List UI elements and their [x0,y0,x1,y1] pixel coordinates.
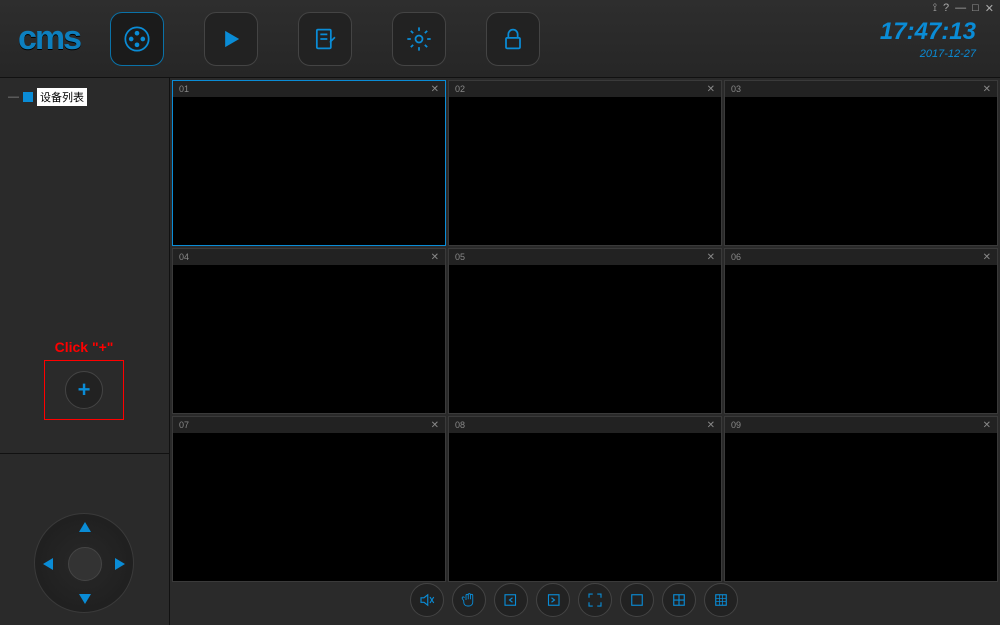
layout-4-button[interactable] [662,583,696,617]
video-cell-06[interactable]: 06 ✕ [724,248,998,414]
cell-id-label: 04 [179,252,189,262]
fullscreen-button[interactable] [578,583,612,617]
help-icon[interactable]: ? [943,2,949,15]
close-window-icon[interactable]: ✕ [985,2,994,15]
live-view-button[interactable] [110,12,164,66]
video-cell-04[interactable]: 04 ✕ [172,248,446,414]
device-tree: — 设备列表 [0,78,169,116]
lock-button[interactable] [486,12,540,66]
layout-1-button[interactable] [620,583,654,617]
cell-close-button[interactable]: ✕ [983,252,991,263]
ptz-up-button[interactable] [79,522,91,532]
clock: 17:47:13 2017-12-27 [880,18,1000,60]
cell-header: 05 ✕ [449,249,721,265]
next-icon [544,591,562,609]
ptz-down-button[interactable] [79,594,91,604]
video-cell-08[interactable]: 08 ✕ [448,416,722,582]
cell-id-label: 03 [731,84,741,94]
add-device-button[interactable]: + [65,371,103,409]
ptz-right-button[interactable] [115,558,125,570]
cell-close-button[interactable]: ✕ [431,84,439,95]
lock-icon [499,25,527,53]
cell-header: 02 ✕ [449,81,721,97]
minimize-icon[interactable]: — [955,2,966,15]
main-area: — 设备列表 Click "+" + 01 ✕ 02 ✕ 03 ✕ 04 ✕ 05 ✕ 06 ✕ 07 ✕… [0,78,1000,625]
video-cell-05[interactable]: 05 ✕ [448,248,722,414]
cell-close-button[interactable]: ✕ [431,252,439,263]
cell-header: 09 ✕ [725,417,997,433]
cell-close-button[interactable]: ✕ [707,420,715,431]
video-cell-09[interactable]: 09 ✕ [724,416,998,582]
clock-time: 17:47:13 [880,18,976,46]
cell-close-button[interactable]: ✕ [707,252,715,263]
tree-root[interactable]: — 设备列表 [8,88,161,106]
sidebar-divider [0,453,169,454]
tree-root-label: 设备列表 [37,88,87,106]
annotation-box: Click "+" + [44,360,124,420]
cell-close-button[interactable]: ✕ [431,420,439,431]
edit-note-icon [311,25,339,53]
next-page-button[interactable] [536,583,570,617]
play-icon [217,25,245,53]
app-logo: cms [18,19,80,58]
log-button[interactable] [298,12,352,66]
cell-close-button[interactable]: ✕ [983,84,991,95]
fullscreen-icon [586,591,604,609]
hand-icon [460,591,478,609]
cell-id-label: 08 [455,420,465,430]
prev-page-button[interactable] [494,583,528,617]
video-cell-07[interactable]: 07 ✕ [172,416,446,582]
video-cell-03[interactable]: 03 ✕ [724,80,998,246]
settings-button[interactable] [392,12,446,66]
ptz-left-button[interactable] [43,558,53,570]
gear-icon [405,25,433,53]
video-grid: 01 ✕ 02 ✕ 03 ✕ 04 ✕ 05 ✕ 06 ✕ 07 ✕ 08 ✕ 09 ✕ [172,80,998,582]
mute-button[interactable] [410,583,444,617]
maximize-icon[interactable]: □ [972,2,979,15]
ptz-disc [34,513,134,613]
pin-icon[interactable]: ⟟ [933,2,937,15]
grid4-icon [670,591,688,609]
cell-id-label: 06 [731,252,741,262]
cell-id-label: 09 [731,420,741,430]
cell-header: 08 ✕ [449,417,721,433]
mute-icon [418,591,436,609]
video-cell-01[interactable]: 01 ✕ [172,80,446,246]
top-toolbar: cms 17:47:13 2017-12-27 [0,0,1000,78]
hand-button[interactable] [452,583,486,617]
ptz-center-button[interactable] [68,547,102,581]
prev-icon [502,591,520,609]
cell-id-label: 01 [179,84,189,94]
cell-id-label: 05 [455,252,465,262]
grid9-icon [712,591,730,609]
annotation-text: Click "+" [55,339,114,355]
cell-header: 06 ✕ [725,249,997,265]
cell-header: 07 ✕ [173,417,445,433]
window-controls: ⟟ ? — □ ✕ [933,2,994,15]
sidebar: — 设备列表 Click "+" + [0,78,170,625]
cell-id-label: 02 [455,84,465,94]
bottom-controls [410,583,738,617]
cell-close-button[interactable]: ✕ [983,420,991,431]
clock-date: 2017-12-27 [880,48,976,60]
cell-header: 01 ✕ [173,81,445,97]
cell-header: 04 ✕ [173,249,445,265]
cell-id-label: 07 [179,420,189,430]
playback-button[interactable] [204,12,258,66]
cell-close-button[interactable]: ✕ [707,84,715,95]
video-content: 01 ✕ 02 ✕ 03 ✕ 04 ✕ 05 ✕ 06 ✕ 07 ✕ 08 ✕ 09 ✕ [170,78,1000,625]
cell-header: 03 ✕ [725,81,997,97]
reel-icon [123,25,151,53]
ptz-control [34,513,134,613]
grid1-icon [628,591,646,609]
video-cell-02[interactable]: 02 ✕ [448,80,722,246]
layout-9-button[interactable] [704,583,738,617]
